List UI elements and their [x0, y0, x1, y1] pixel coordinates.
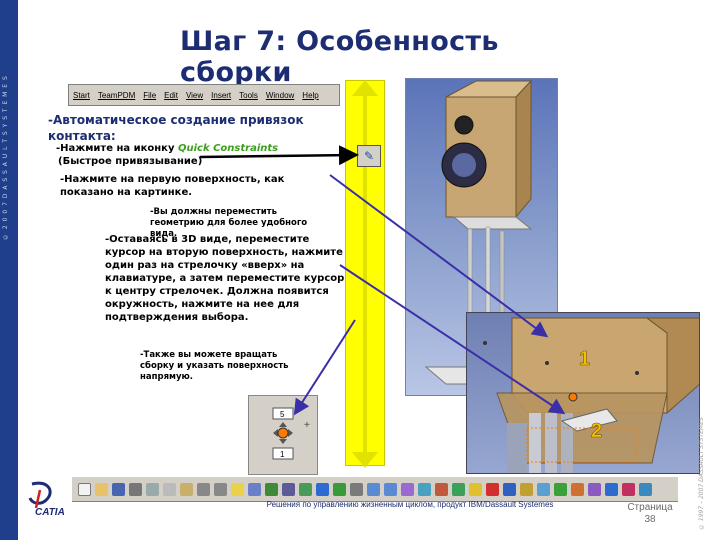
- fix-icon[interactable]: [520, 482, 533, 496]
- redo-icon[interactable]: [214, 482, 227, 496]
- whats-this-icon[interactable]: [231, 482, 244, 496]
- iso-view-icon[interactable]: [435, 482, 448, 496]
- swap-icon[interactable]: [486, 482, 499, 496]
- page-label: Страница: [627, 502, 673, 513]
- bar-arrow-up-icon: [352, 80, 378, 96]
- shading-icon[interactable]: [452, 482, 465, 496]
- clash-icon[interactable]: [622, 482, 635, 496]
- section-icon[interactable]: [639, 482, 652, 496]
- page-number: 38: [644, 514, 656, 525]
- save-icon[interactable]: [112, 482, 125, 496]
- product-icon[interactable]: [282, 482, 295, 496]
- print-icon[interactable]: [129, 482, 142, 496]
- rotate-icon[interactable]: [350, 482, 363, 496]
- formula-icon[interactable]: [248, 482, 261, 496]
- callout-arrows: [199, 80, 566, 468]
- catia-toolbar: [72, 476, 678, 502]
- angle-icon[interactable]: [571, 482, 584, 496]
- measure-icon[interactable]: [605, 482, 618, 496]
- undo-icon[interactable]: [197, 482, 210, 496]
- open-icon[interactable]: [95, 482, 108, 496]
- right-copyright: © 1997 – 2007 DASSAULT SYSTEMES: [698, 417, 705, 530]
- copy-icon[interactable]: [163, 482, 176, 496]
- fit-all-icon[interactable]: [316, 482, 329, 496]
- catalog-icon[interactable]: [265, 482, 278, 496]
- component-icon[interactable]: [299, 482, 312, 496]
- bar-arrow-down-icon: [352, 452, 378, 468]
- hide-show-icon[interactable]: [469, 482, 482, 496]
- update-icon[interactable]: [588, 482, 601, 496]
- logo-text: CATIA: [35, 507, 65, 518]
- multi-view-icon[interactable]: [418, 482, 431, 496]
- constraint-icon[interactable]: [503, 482, 516, 496]
- arrow-to-icon: [199, 145, 359, 166]
- arrow-to-surface-1: [329, 174, 549, 338]
- contact-icon[interactable]: [537, 482, 550, 496]
- zoom-out-icon[interactable]: [384, 482, 397, 496]
- page-indicator: Страница 38: [610, 502, 690, 526]
- offset-icon[interactable]: [554, 482, 567, 496]
- pan-icon[interactable]: [333, 482, 346, 496]
- paste-icon[interactable]: [180, 482, 193, 496]
- cut-icon[interactable]: [146, 482, 159, 496]
- normal-view-icon[interactable]: [401, 482, 414, 496]
- footer-text: Решения по управлению жизненным циклом, …: [266, 500, 554, 509]
- zoom-in-icon[interactable]: [367, 482, 380, 496]
- arrow-to-surface-2: [339, 264, 566, 415]
- arrow-to-panel: [293, 319, 356, 416]
